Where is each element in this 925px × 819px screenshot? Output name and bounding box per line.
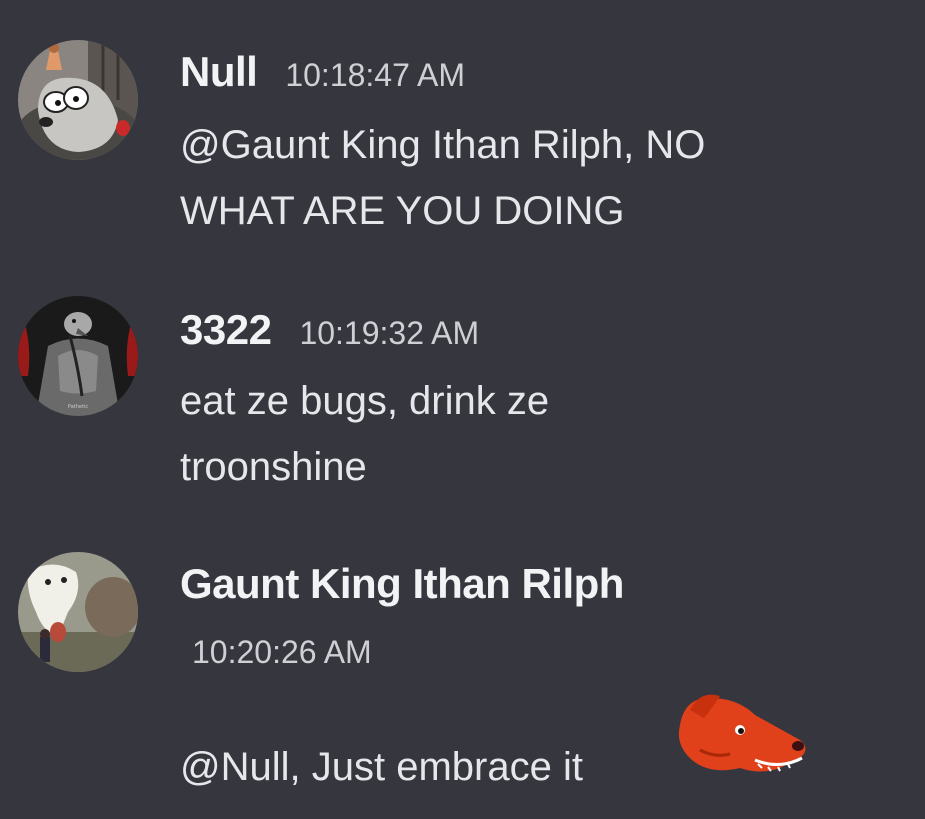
username[interactable]: Gaunt King Ithan Rilph bbox=[180, 560, 624, 607]
username[interactable]: Null bbox=[180, 48, 258, 95]
message-text: eat ze bugs, drink ze troonshine bbox=[180, 379, 550, 489]
red-dog-head-emoji-icon bbox=[670, 690, 815, 790]
avatar-caption: Pathetic bbox=[68, 404, 88, 410]
timestamp: 10:19:32 AM bbox=[299, 315, 480, 351]
message-text: @Gaunt King Ithan Rilph, NO WHAT ARE YOU… bbox=[180, 123, 706, 233]
cartoon-dog-avatar-icon[interactable] bbox=[18, 40, 138, 160]
chat-message: Null 10:18:47 AM @Gaunt King Ithan Rilph,… bbox=[0, 0, 925, 260]
timestamp: 10:20:26 AM bbox=[192, 634, 372, 670]
chat-message: Pathetic 3322 10:19:32 AM eat ze bugs, dr… bbox=[0, 260, 925, 510]
chat-message: Gaunt King Ithan Rilph 10:20:26 AM @Null… bbox=[0, 510, 925, 819]
username[interactable]: 3322 bbox=[180, 306, 272, 353]
timestamp: 10:18:47 AM bbox=[285, 57, 466, 93]
white-dog-avatar-icon[interactable] bbox=[18, 552, 138, 672]
hooded-pigeon-avatar-icon[interactable]: Pathetic bbox=[18, 296, 138, 416]
chat-message-list: Null 10:18:47 AM @Gaunt King Ithan Rilph,… bbox=[0, 0, 925, 819]
